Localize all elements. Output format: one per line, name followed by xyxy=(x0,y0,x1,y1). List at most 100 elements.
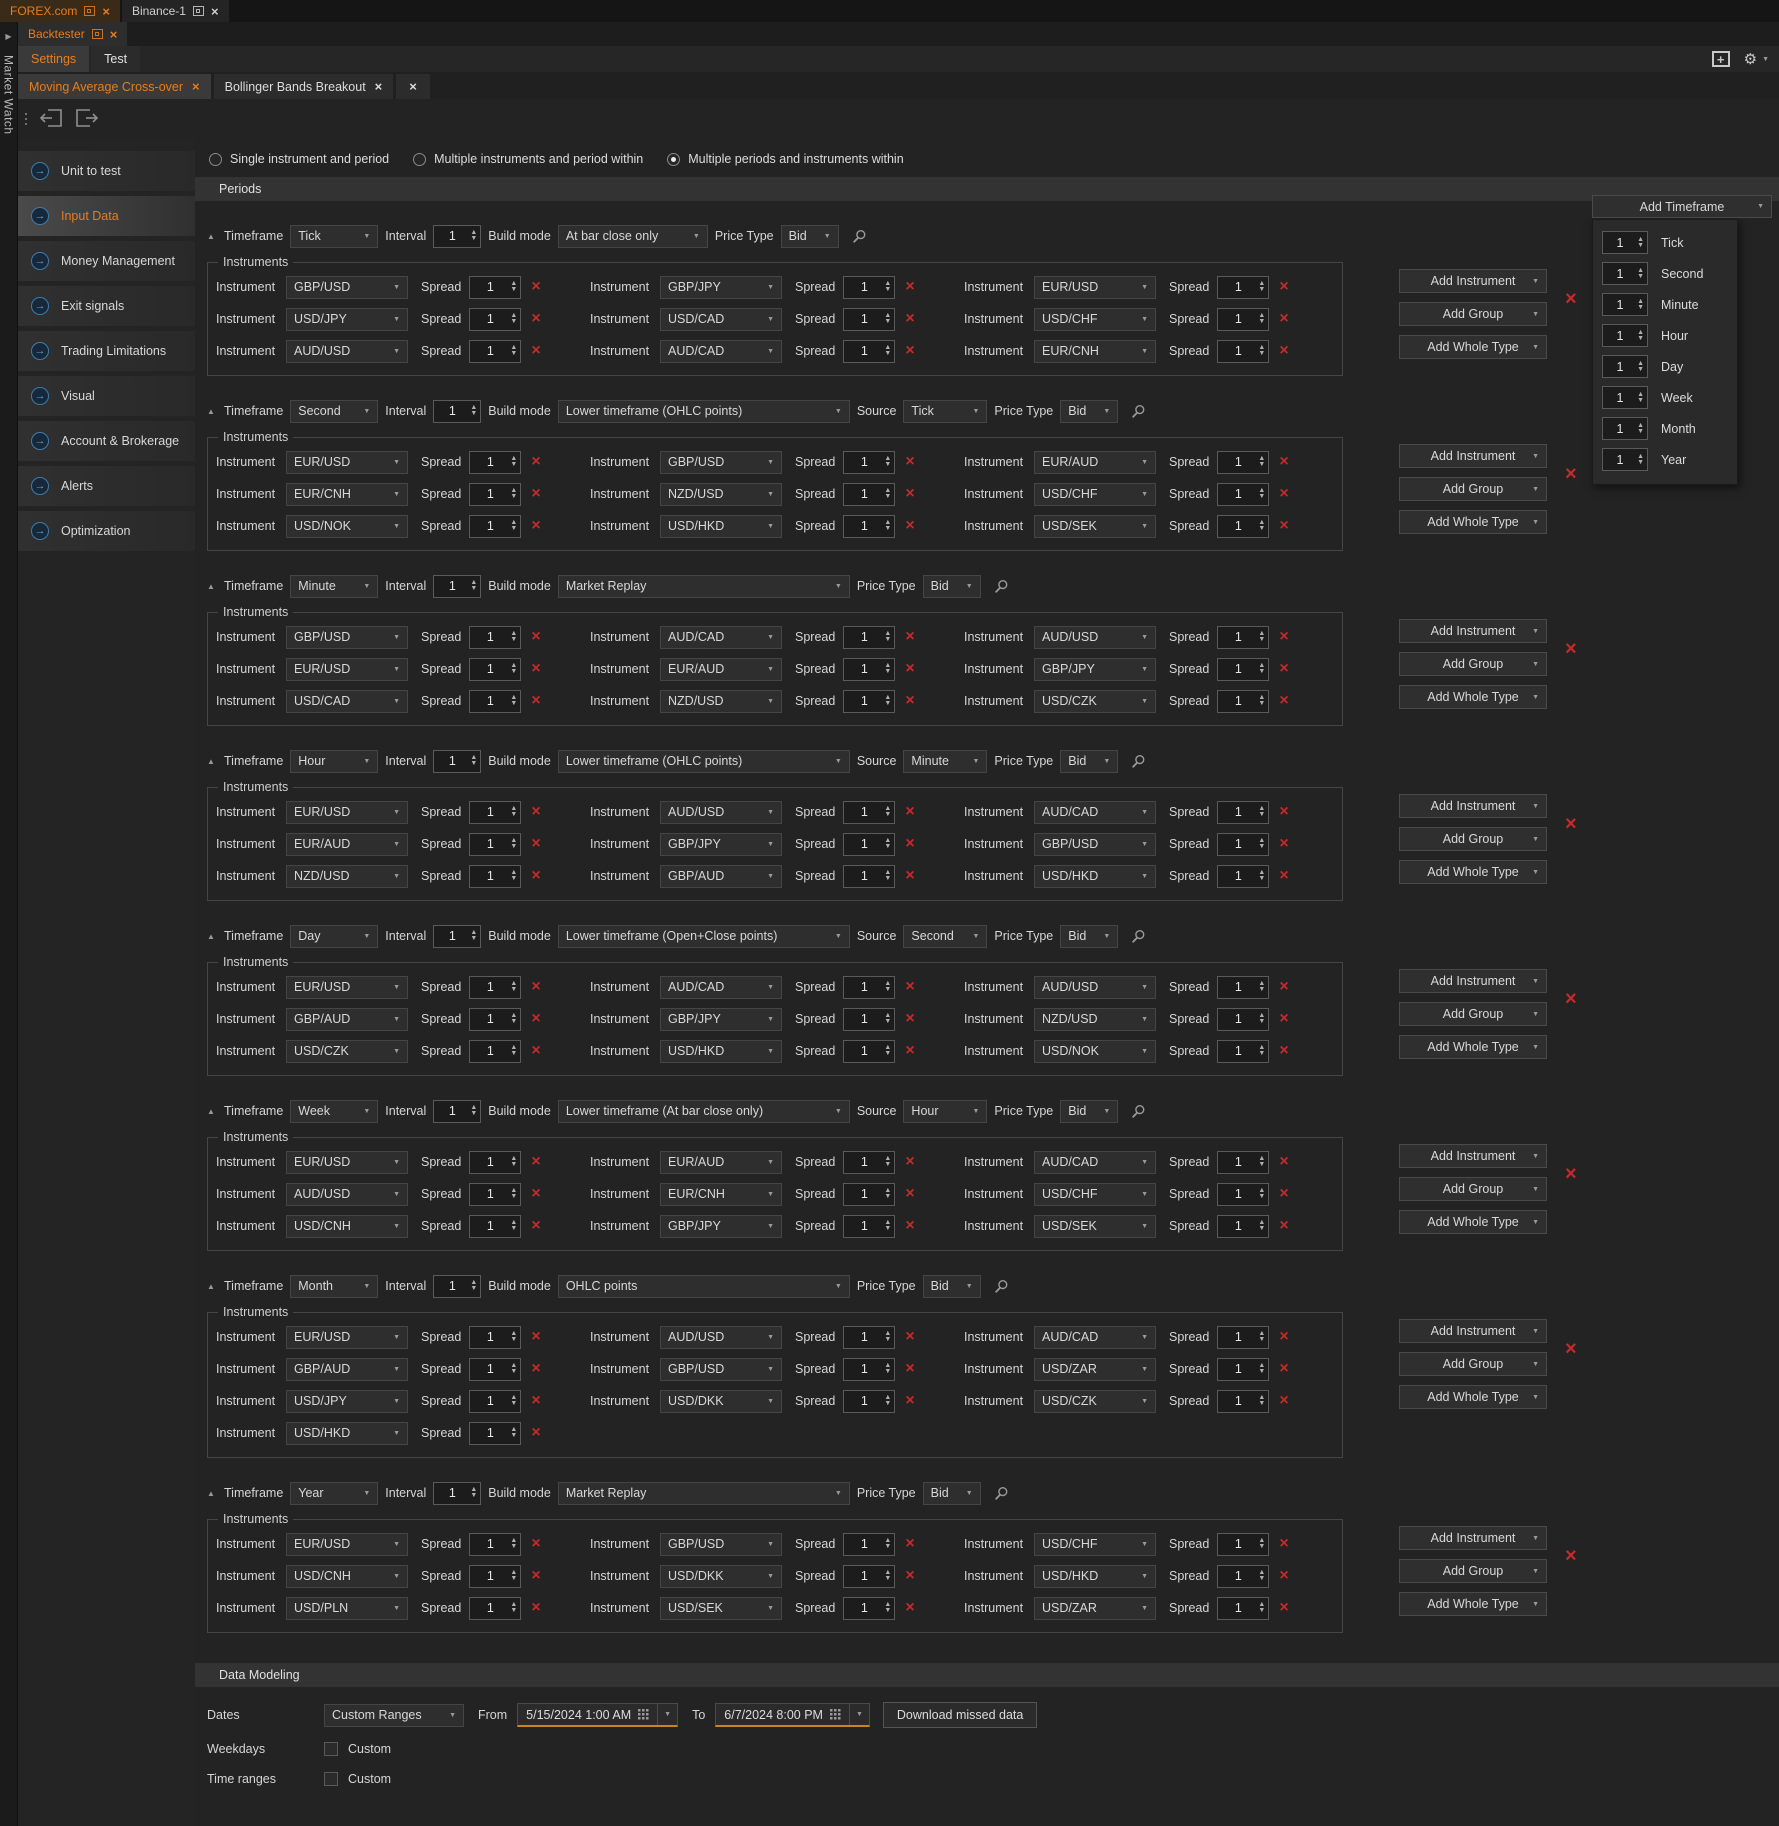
instrument-select[interactable]: EUR/CNH▼ xyxy=(660,1183,782,1206)
instrument-select[interactable]: USD/HKD▼ xyxy=(1034,865,1156,888)
instrument-select[interactable]: EUR/USD▼ xyxy=(286,1533,408,1556)
spread-stepper[interactable]: 1▲▼ xyxy=(469,276,521,299)
remove-instrument-icon[interactable]: × xyxy=(531,1011,540,1027)
restore-icon[interactable] xyxy=(92,29,103,39)
spin-down-icon[interactable]: ▼ xyxy=(510,637,517,643)
spin-down-icon[interactable]: ▼ xyxy=(470,1286,477,1292)
spin-down-icon[interactable]: ▼ xyxy=(1637,243,1644,249)
add-group-button[interactable]: Add Group▼ xyxy=(1399,1352,1547,1376)
remove-instrument-icon[interactable]: × xyxy=(531,868,540,884)
spin-down-icon[interactable]: ▼ xyxy=(1258,287,1265,293)
instrument-select[interactable]: NZD/USD▼ xyxy=(660,690,782,713)
spin-down-icon[interactable]: ▼ xyxy=(510,1051,517,1057)
spin-down-icon[interactable]: ▼ xyxy=(1258,637,1265,643)
spin-down-icon[interactable]: ▼ xyxy=(884,287,891,293)
add-whole-type-button[interactable]: Add Whole Type▼ xyxy=(1399,685,1547,709)
add-whole-type-button[interactable]: Add Whole Type▼ xyxy=(1399,1035,1547,1059)
weekdays-custom-checkbox[interactable] xyxy=(324,1742,338,1756)
remove-instrument-icon[interactable]: × xyxy=(531,804,540,820)
spin-down-icon[interactable]: ▼ xyxy=(510,1162,517,1168)
instrument-select[interactable]: GBP/USD▼ xyxy=(286,626,408,649)
instrument-select[interactable]: USD/PLN▼ xyxy=(286,1597,408,1620)
spread-stepper[interactable]: 1▲▼ xyxy=(1217,515,1269,538)
remove-instrument-icon[interactable]: × xyxy=(1279,868,1288,884)
add-group-button[interactable]: Add Group▼ xyxy=(1399,1559,1547,1583)
instrument-select[interactable]: GBP/AUD▼ xyxy=(660,865,782,888)
search-icon[interactable] xyxy=(1131,754,1146,769)
sidebar-item-money-management[interactable]: →Money Management xyxy=(18,241,195,281)
add-group-button[interactable]: Add Group▼ xyxy=(1399,302,1547,326)
remove-instrument-icon[interactable]: × xyxy=(1279,836,1288,852)
spread-stepper[interactable]: 1▲▼ xyxy=(469,1040,521,1063)
spin-down-icon[interactable]: ▼ xyxy=(1637,398,1644,404)
remove-instrument-icon[interactable]: × xyxy=(531,1393,540,1409)
spin-down-icon[interactable]: ▼ xyxy=(884,701,891,707)
instrument-select[interactable]: USD/CNH▼ xyxy=(286,1215,408,1238)
to-date-input[interactable]: 6/7/2024 8:00 PM ▼ xyxy=(715,1703,870,1727)
remove-instrument-icon[interactable]: × xyxy=(1279,1361,1288,1377)
remove-instrument-icon[interactable]: × xyxy=(531,1154,540,1170)
spread-stepper[interactable]: 1▲▼ xyxy=(843,658,895,681)
spread-stepper[interactable]: 1▲▼ xyxy=(843,1533,895,1556)
spin-down-icon[interactable]: ▼ xyxy=(510,876,517,882)
add-timeframe-option-hour[interactable]: 1▲▼Hour xyxy=(1602,320,1737,351)
sidebar-item-alerts[interactable]: →Alerts xyxy=(18,466,195,506)
spread-stepper[interactable]: 1▲▼ xyxy=(843,451,895,474)
remove-instrument-icon[interactable]: × xyxy=(905,311,914,327)
remove-instrument-icon[interactable]: × xyxy=(1279,279,1288,295)
collapse-icon[interactable]: ▲ xyxy=(207,932,217,941)
spread-stepper[interactable]: 1▲▼ xyxy=(1217,1390,1269,1413)
spin-down-icon[interactable]: ▼ xyxy=(1258,1369,1265,1375)
remove-timeframe-icon[interactable]: × xyxy=(1565,289,1577,309)
instrument-select[interactable]: USD/NOK▼ xyxy=(1034,1040,1156,1063)
tab-settings[interactable]: Settings xyxy=(18,46,89,72)
spin-down-icon[interactable]: ▼ xyxy=(510,1544,517,1550)
spin-down-icon[interactable]: ▼ xyxy=(884,1544,891,1550)
add-timeframe-button[interactable]: Add Timeframe ▼ xyxy=(1592,195,1772,218)
add-whole-type-button[interactable]: Add Whole Type▼ xyxy=(1399,860,1547,884)
instrument-select[interactable]: EUR/USD▼ xyxy=(286,658,408,681)
price-type-select[interactable]: Bid▼ xyxy=(1060,400,1118,423)
download-missed-data-button[interactable]: Download missed data xyxy=(883,1702,1037,1728)
instrument-select[interactable]: USD/CZK▼ xyxy=(1034,690,1156,713)
spread-stepper[interactable]: 1▲▼ xyxy=(1217,626,1269,649)
spread-stepper[interactable]: 1▲▼ xyxy=(843,1390,895,1413)
search-icon[interactable] xyxy=(994,579,1009,594)
dates-mode-select[interactable]: Custom Ranges ▼ xyxy=(324,1704,464,1727)
spread-stepper[interactable]: 1▲▼ xyxy=(469,308,521,331)
spread-stepper[interactable]: 1▲▼ xyxy=(469,976,521,999)
remove-instrument-icon[interactable]: × xyxy=(905,1536,914,1552)
remove-instrument-icon[interactable]: × xyxy=(531,1218,540,1234)
remove-instrument-icon[interactable]: × xyxy=(1279,1154,1288,1170)
spread-stepper[interactable]: 1▲▼ xyxy=(1217,1008,1269,1031)
instrument-select[interactable]: GBP/USD▼ xyxy=(660,1358,782,1381)
interval-stepper[interactable]: 1▲▼ xyxy=(433,1275,481,1298)
collapse-icon[interactable]: ▲ xyxy=(207,582,217,591)
spread-stepper[interactable]: 1▲▼ xyxy=(843,976,895,999)
restore-icon[interactable] xyxy=(193,6,204,16)
remove-instrument-icon[interactable]: × xyxy=(531,1536,540,1552)
add-instrument-button[interactable]: Add Instrument▼ xyxy=(1399,1526,1547,1550)
search-icon[interactable] xyxy=(1131,404,1146,419)
spin-down-icon[interactable]: ▼ xyxy=(1258,1019,1265,1025)
spin-down-icon[interactable]: ▼ xyxy=(1258,987,1265,993)
remove-instrument-icon[interactable]: × xyxy=(1279,1600,1288,1616)
instrument-select[interactable]: GBP/AUD▼ xyxy=(286,1008,408,1031)
instrument-select[interactable]: USD/CAD▼ xyxy=(286,690,408,713)
spread-stepper[interactable]: 1▲▼ xyxy=(469,1151,521,1174)
spin-down-icon[interactable]: ▼ xyxy=(884,1608,891,1614)
remove-instrument-icon[interactable]: × xyxy=(1279,804,1288,820)
spread-stepper[interactable]: 1▲▼ xyxy=(469,801,521,824)
remove-instrument-icon[interactable]: × xyxy=(531,979,540,995)
spin-down-icon[interactable]: ▼ xyxy=(884,876,891,882)
spread-stepper[interactable]: 1▲▼ xyxy=(843,1565,895,1588)
remove-instrument-icon[interactable]: × xyxy=(1279,454,1288,470)
spin-down-icon[interactable]: ▼ xyxy=(884,526,891,532)
interval-stepper[interactable]: 1▲▼ xyxy=(433,750,481,773)
add-instrument-button[interactable]: Add Instrument▼ xyxy=(1399,1144,1547,1168)
spread-stepper[interactable]: 1▲▼ xyxy=(1217,1040,1269,1063)
collapse-icon[interactable]: ▲ xyxy=(207,757,217,766)
instrument-select[interactable]: AUD/USD▼ xyxy=(1034,976,1156,999)
remove-instrument-icon[interactable]: × xyxy=(1279,486,1288,502)
spin-down-icon[interactable]: ▼ xyxy=(1258,1162,1265,1168)
